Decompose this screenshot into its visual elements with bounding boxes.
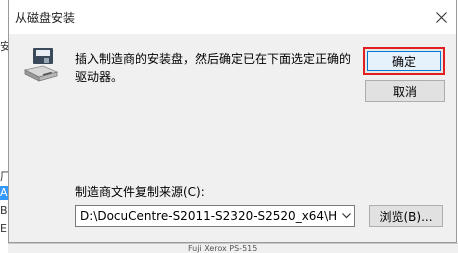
background-text-fragment: E bbox=[0, 222, 7, 235]
source-path-value: D:\DocuCentre-S2011-S2320-S2520_x64\HSTD… bbox=[80, 209, 355, 223]
background-text-fragment: A bbox=[0, 186, 8, 199]
disk-drive-icon bbox=[23, 48, 59, 82]
browse-button-label: 浏览(B)... bbox=[379, 209, 433, 224]
cancel-button[interactable]: 取消 bbox=[365, 80, 445, 102]
ok-button-label: 确定 bbox=[391, 54, 416, 69]
ok-button-focus: 确定 bbox=[367, 51, 441, 71]
chevron-down-icon bbox=[341, 213, 351, 219]
ok-button[interactable]: 确定 bbox=[363, 47, 445, 75]
combobox-dropdown-button[interactable] bbox=[338, 206, 354, 226]
source-path-combobox[interactable]: D:\DocuCentre-S2011-S2320-S2520_x64\HSTD… bbox=[75, 205, 355, 227]
install-from-disk-dialog: 从磁盘安装 插入制造商的安装盘，然后确定已在下面选定正确的驱动器。 确定 取消 … bbox=[8, 0, 457, 243]
cancel-button-label: 取消 bbox=[392, 84, 417, 99]
browse-button[interactable]: 浏览(B)... bbox=[369, 205, 443, 227]
dialog-title: 从磁盘安装 bbox=[15, 11, 76, 25]
close-icon bbox=[435, 11, 447, 23]
background-text-fragment: B bbox=[0, 204, 8, 217]
close-button[interactable] bbox=[430, 6, 452, 28]
source-path-label: 制造商文件复制来源(C): bbox=[75, 185, 205, 199]
title-bar[interactable]: 从磁盘安装 bbox=[9, 0, 456, 34]
instruction-text: 插入制造商的安装盘，然后确定已在下面选定正确的驱动器。 bbox=[75, 52, 352, 84]
